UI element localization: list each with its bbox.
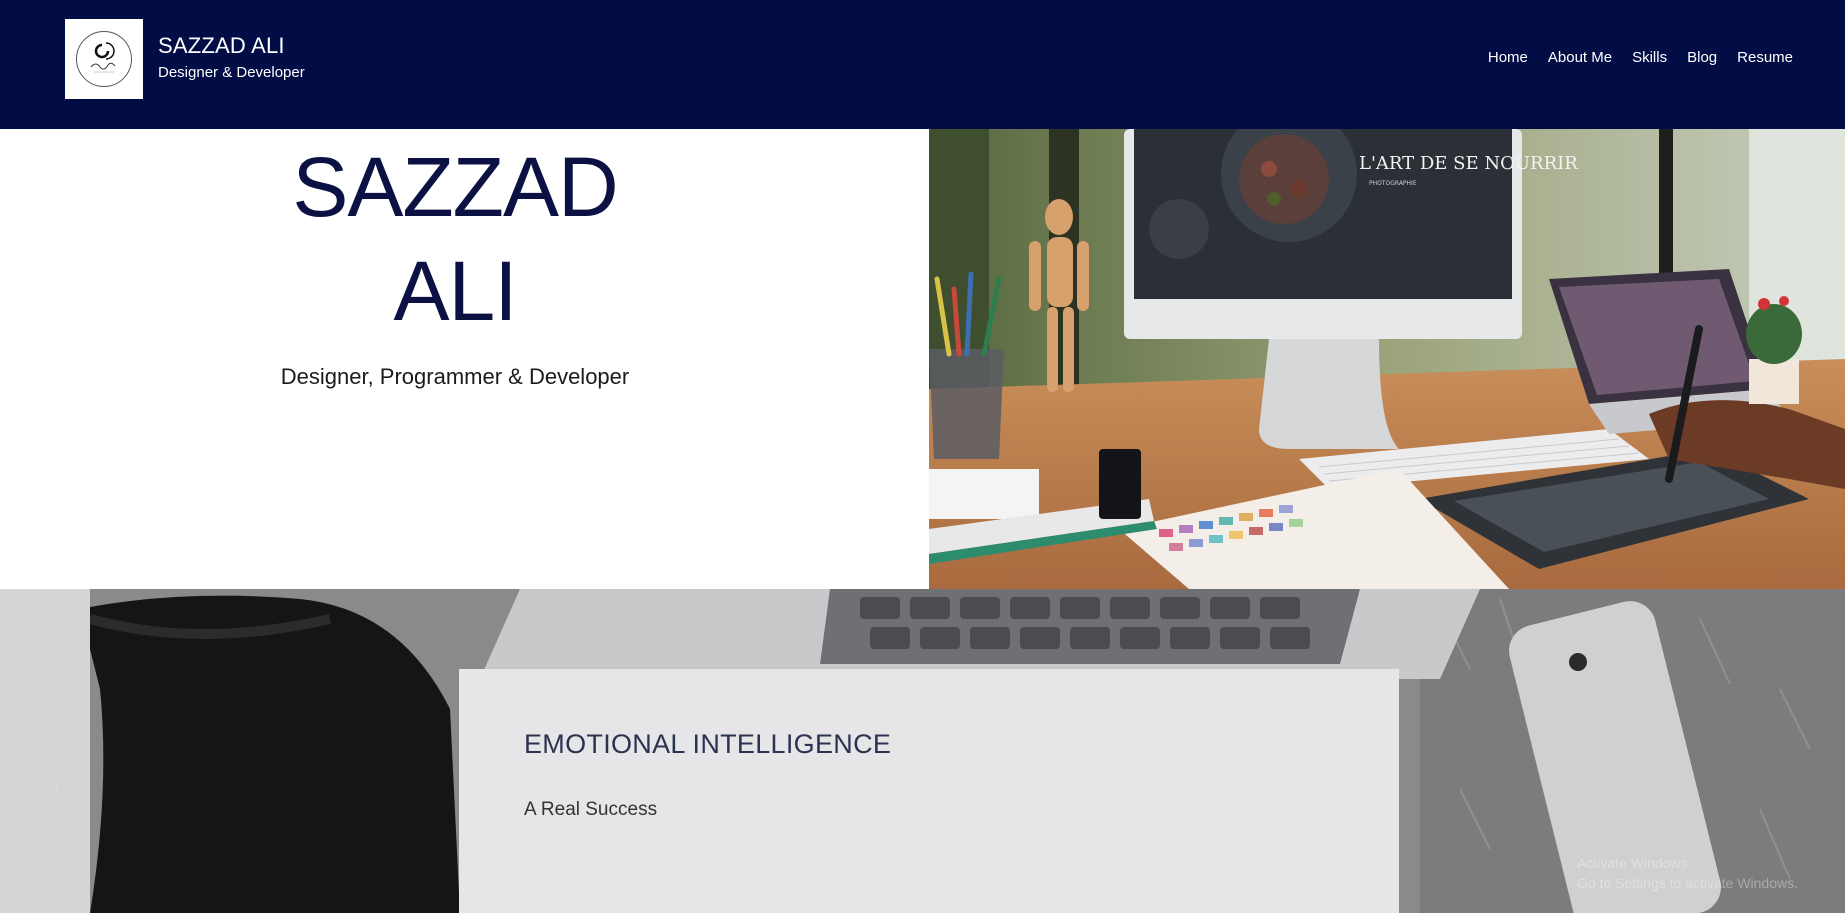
hero-name: SAZZAD ALI [0, 129, 910, 343]
hero-name-line2: ALI [393, 244, 517, 338]
hero-desk-image: L'ART DE SE NOURRIR PHOTOGRAPHIE [929, 129, 1845, 589]
logo-mark [76, 31, 132, 87]
hero-name-line1: SAZZAD [292, 140, 618, 234]
nav-skills[interactable]: Skills [1632, 49, 1667, 66]
nav-resume[interactable]: Resume [1737, 49, 1793, 66]
hero-subtitle: Designer, Programmer & Developer [280, 364, 630, 389]
watermark-line2: Go to Settings to activate Windows. [1577, 875, 1798, 891]
slider-prev-arrow-icon[interactable]: ‹ [58, 776, 65, 799]
site-header: SAZZAD ALI Designer & Developer Home Abo… [0, 0, 1845, 129]
nav-home[interactable]: Home [1488, 49, 1528, 66]
main-nav: Home About Me Skills Blog Resume [1468, 49, 1793, 66]
watermark-line1: Activate Windows [1577, 855, 1688, 871]
desk-photo-illustration: L'ART DE SE NOURRIR PHOTOGRAPHIE [929, 129, 1845, 589]
logo-icon [90, 42, 116, 73]
hero-intro: SAZZAD ALI Designer, Programmer & Develo… [0, 129, 929, 589]
nav-blog[interactable]: Blog [1687, 49, 1717, 66]
nav-about-me[interactable]: About Me [1548, 49, 1612, 66]
feature-subtitle: A Real Success [524, 799, 658, 820]
monitor-screen-sub: PHOTOGRAPHIE [1369, 180, 1417, 187]
feature-section: ‹ EMOTIONAL INTELLIGENCE A Real Success … [0, 589, 1845, 913]
site-logo[interactable] [65, 19, 143, 99]
site-title[interactable]: SAZZAD ALI [158, 33, 285, 59]
feature-card: EMOTIONAL INTELLIGENCE A Real Success [459, 669, 1399, 913]
activate-windows-watermark: Activate Windows Go to Settings to activ… [1577, 853, 1798, 893]
site-tagline: Designer & Developer [158, 64, 305, 81]
feature-title: EMOTIONAL INTELLIGENCE [524, 729, 892, 759]
monitor-screen-heading: L'ART DE SE NOURRIR [1359, 153, 1578, 174]
